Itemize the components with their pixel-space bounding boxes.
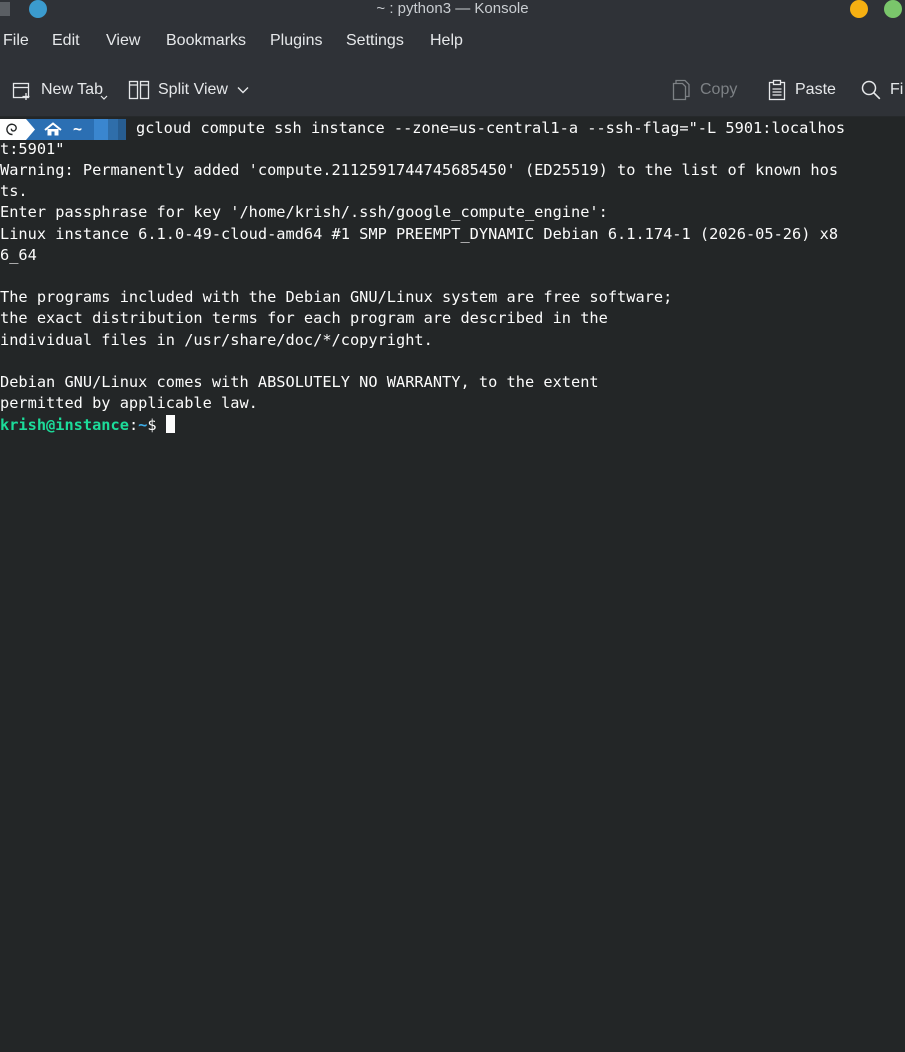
terminal-line: Warning: Permanently added 'compute.2112… [0, 161, 839, 179]
terminal-view[interactable]: ~ gcloud compute ssh instance --zone=us-… [0, 117, 905, 1052]
maximize-button[interactable] [884, 0, 902, 18]
terminal-line: Enter passphrase for key '/home/krish/.s… [0, 203, 608, 221]
text-cursor [165, 415, 175, 433]
minimize-button[interactable] [850, 0, 868, 18]
terminal-line: permitted by applicable law. [0, 394, 258, 412]
new-tab-button[interactable]: New Tab [11, 64, 103, 116]
menu-view[interactable]: View [106, 32, 140, 50]
terminal-line: the exact distribution terms for each pr… [0, 309, 608, 327]
prompt-symbol: $ [147, 416, 166, 434]
new-tab-label: New Tab [41, 81, 103, 98]
prompt-user-host: krish@instance [0, 416, 129, 434]
menu-file[interactable]: File [3, 32, 29, 50]
terminal-line: ts. [0, 182, 28, 200]
home-icon [44, 122, 62, 136]
command-line: gcloud compute ssh instance --zone=us-ce… [136, 119, 846, 137]
copy-button[interactable]: Copy [672, 64, 737, 116]
search-icon [860, 79, 882, 101]
prompt-home-segment: ~ [26, 119, 94, 140]
paste-icon [767, 79, 787, 101]
menu-plugins[interactable]: Plugins [270, 32, 322, 50]
paste-label: Paste [795, 81, 836, 98]
new-tab-icon [11, 79, 33, 101]
split-view-label: Split View [158, 81, 228, 98]
remote-prompt-line[interactable]: krish@instance:~$ [0, 415, 175, 436]
prompt-segment-tail-3 [118, 119, 126, 140]
terminal-line: The programs included with the Debian GN… [0, 288, 673, 306]
menu-bookmarks[interactable]: Bookmarks [166, 32, 246, 50]
debian-swirl-icon [6, 123, 17, 136]
find-label: Fi [890, 81, 904, 98]
toolbar: New Tab Split View Copy Paste Fi [0, 64, 905, 117]
window-title: ~ : python3 — Konsole [376, 0, 529, 17]
copy-label: Copy [700, 81, 738, 98]
prompt-segment-tail-1 [94, 119, 108, 140]
terminal-line: 6_64 [0, 246, 37, 264]
menu-bar: File Edit View Bookmarks Plugins Setting… [0, 20, 905, 64]
prompt-segment-tail-2 [108, 119, 118, 140]
find-button[interactable]: Fi [860, 64, 903, 116]
prompt-home-path: ~ [73, 120, 83, 138]
chevron-down-icon[interactable] [236, 85, 250, 95]
split-view-button[interactable]: Split View [128, 64, 250, 116]
prompt-separator: : [128, 416, 139, 434]
prompt-os-segment [0, 119, 26, 140]
prompt-path: ~ [138, 416, 148, 434]
terminal-line: t:5901" [0, 140, 65, 158]
terminal-line: Debian GNU/Linux comes with ABSOLUTELY N… [0, 373, 599, 391]
menu-help[interactable]: Help [430, 32, 463, 50]
menu-edit[interactable]: Edit [52, 32, 80, 50]
split-view-icon [128, 79, 150, 101]
terminal-line: individual files in /usr/share/doc/*/cop… [0, 331, 433, 349]
menu-settings[interactable]: Settings [346, 32, 404, 50]
new-tab-menu-icon[interactable] [100, 95, 108, 101]
terminal-line: Linux instance 6.1.0-49-cloud-amd64 #1 S… [0, 225, 839, 243]
copy-icon [672, 79, 692, 101]
paste-button[interactable]: Paste [767, 64, 836, 116]
title-bar: ~ : python3 — Konsole [0, 0, 905, 20]
